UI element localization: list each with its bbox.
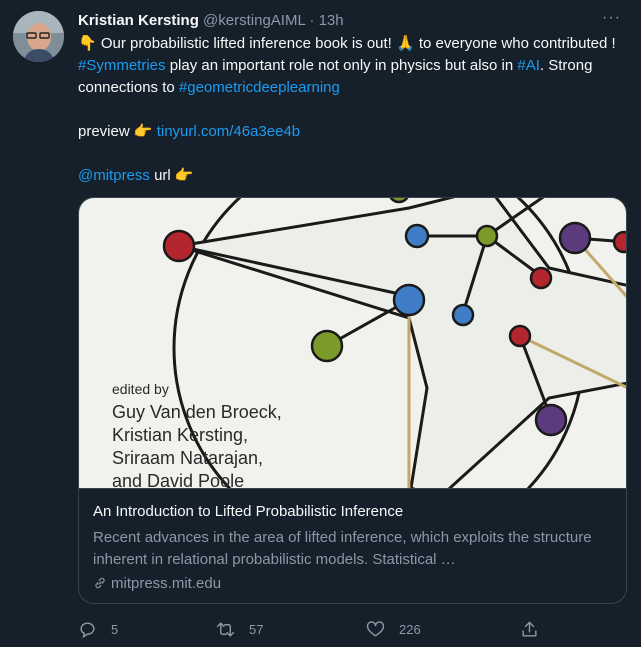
avatar[interactable] — [13, 11, 64, 62]
retweet-button[interactable]: 57 — [216, 620, 263, 639]
link-preview-card[interactable]: edited by Guy Van den Broeck, Kristian K… — [78, 197, 627, 604]
preview-link[interactable]: tinyurl.com/46a3ee4b — [157, 123, 300, 140]
tweet-text-segment: Our probabilistic lifted inference book … — [96, 35, 397, 52]
card-domain: mitpress.mit.edu — [93, 575, 221, 592]
author-name[interactable]: Kristian Kersting — [78, 12, 199, 29]
card-info[interactable]: An Introduction to Lifted Probabilistic … — [79, 488, 626, 603]
more-options-icon[interactable]: ··· — [602, 9, 621, 27]
tweet-text: 👇 Our probabilistic lifted inference boo… — [78, 33, 626, 187]
preview-label: preview — [78, 123, 134, 140]
tweet-text-segment: to everyone who contributed ! — [414, 35, 616, 52]
card-domain-text: mitpress.mit.edu — [111, 575, 222, 592]
hashtag-symmetries[interactable]: #Symmetries — [78, 57, 166, 74]
separator-dot: · — [309, 12, 315, 29]
link-icon — [95, 577, 105, 589]
reply-icon — [80, 622, 95, 639]
book-editors: edited by Guy Van den Broeck, Kristian K… — [112, 381, 282, 488]
editor-name: Sriraam Natarajan, — [112, 448, 264, 468]
card-description: Recent advances in the area of lifted in… — [93, 529, 592, 568]
card-title[interactable]: An Introduction to Lifted Probabilistic … — [93, 503, 403, 520]
avatar-image — [13, 11, 64, 62]
tweet-text-segment: play an important role not only in physi… — [165, 57, 518, 74]
retweet-icon — [216, 622, 235, 637]
author-handle[interactable]: @kerstingAIML — [203, 12, 305, 29]
reply-button[interactable]: 5 — [78, 620, 118, 639]
url-label: url — [149, 167, 175, 184]
book-cover-image[interactable]: edited by Guy Van den Broeck, Kristian K… — [79, 198, 626, 488]
mention-mitpress[interactable]: @mitpress — [78, 167, 150, 184]
editor-name: and David Poole — [112, 471, 245, 488]
editor-name: Kristian Kersting, — [112, 425, 249, 445]
hashtag-ai[interactable]: #AI — [517, 57, 540, 74]
edited-by-label: edited by — [112, 381, 169, 397]
pointing-right-emoji: 👉 — [174, 167, 194, 184]
tweet-timestamp[interactable]: 13h — [319, 12, 344, 29]
like-count: 226 — [399, 622, 421, 637]
editor-name: Guy Van den Broeck, — [112, 402, 282, 422]
folded-hands-emoji: 🙏 — [396, 35, 415, 52]
pointing-right-emoji: 👉 — [133, 123, 153, 140]
like-button[interactable]: 226 — [366, 620, 421, 639]
share-icon — [522, 621, 537, 637]
tweet-header: Kristian Kersting @kerstingAIML · 13h — [78, 11, 623, 33]
reply-count: 5 — [111, 622, 119, 637]
hashtag-geometricdeeplearning[interactable]: #geometricdeeplearning — [179, 79, 340, 96]
share-button[interactable] — [520, 620, 553, 639]
retweet-count: 57 — [249, 622, 264, 637]
heart-icon — [366, 621, 385, 637]
pointing-down-emoji: 👇 — [78, 35, 97, 52]
